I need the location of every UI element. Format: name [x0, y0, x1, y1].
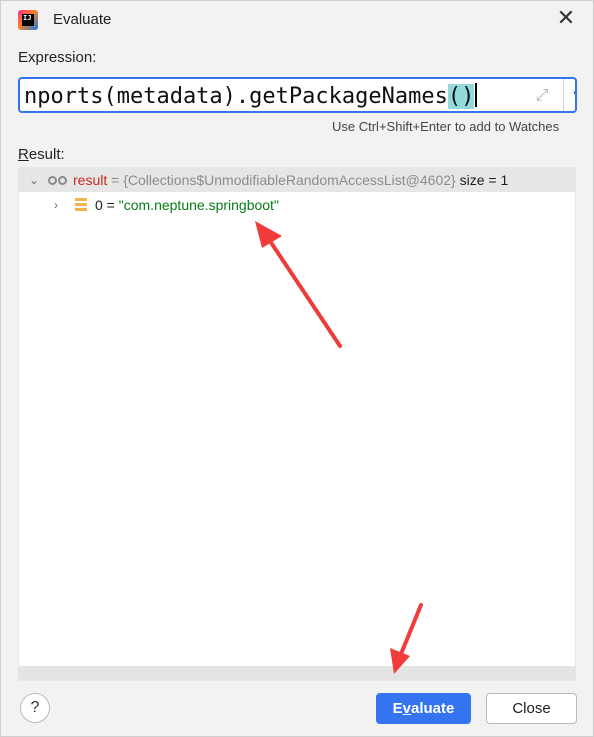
intellij-app-icon: IJ: [18, 10, 38, 30]
tree-row-element[interactable]: › 0 = "com.neptune.springboot": [19, 193, 575, 217]
collapse-chevron-icon[interactable]: ⌄: [27, 168, 41, 192]
evaluate-dialog: IJ Evaluate ✕ Expression: nports(metadat…: [0, 0, 594, 737]
variable-type: {Collections$UnmodifiableRandomAccessLis…: [123, 172, 456, 188]
dropdown-divider: [563, 79, 564, 111]
help-button[interactable]: ?: [20, 693, 50, 723]
tree-row-result[interactable]: ⌄ result = {Collections$UnmodifiableRand…: [19, 168, 575, 192]
result-label: Result:: [18, 146, 65, 163]
watch-icon: [48, 173, 70, 187]
horizontal-scrollbar[interactable]: [19, 666, 575, 680]
history-dropdown-icon[interactable]: ▼: [567, 85, 575, 105]
close-button[interactable]: Close: [486, 693, 577, 724]
matched-paren-highlight: (): [447, 84, 475, 109]
variable-name: result: [73, 172, 108, 188]
expression-label: Expression:: [18, 49, 97, 66]
size-label: size = 1: [459, 172, 509, 188]
text-caret: [475, 83, 478, 107]
element-value: "com.neptune.springboot": [118, 197, 279, 213]
expression-input[interactable]: nports(metadata).getPackageNames() ⤢ ▼: [18, 77, 577, 113]
watches-hint: Use Ctrl+Shift+Enter to add to Watches: [332, 119, 560, 134]
window-title: Evaluate: [53, 11, 112, 28]
evaluate-button[interactable]: Evaluate: [376, 693, 471, 724]
expand-chevron-icon[interactable]: ›: [49, 193, 63, 217]
expression-text[interactable]: nports(metadata).getPackageNames(): [24, 83, 500, 109]
list-item-icon: [75, 198, 87, 212]
expand-editor-icon[interactable]: ⤢: [531, 85, 553, 107]
close-window-icon[interactable]: ✕: [549, 5, 583, 35]
element-index: 0: [95, 197, 103, 213]
title-bar: IJ Evaluate ✕: [1, 1, 593, 39]
result-tree[interactable]: ⌄ result = {Collections$UnmodifiableRand…: [18, 167, 576, 681]
